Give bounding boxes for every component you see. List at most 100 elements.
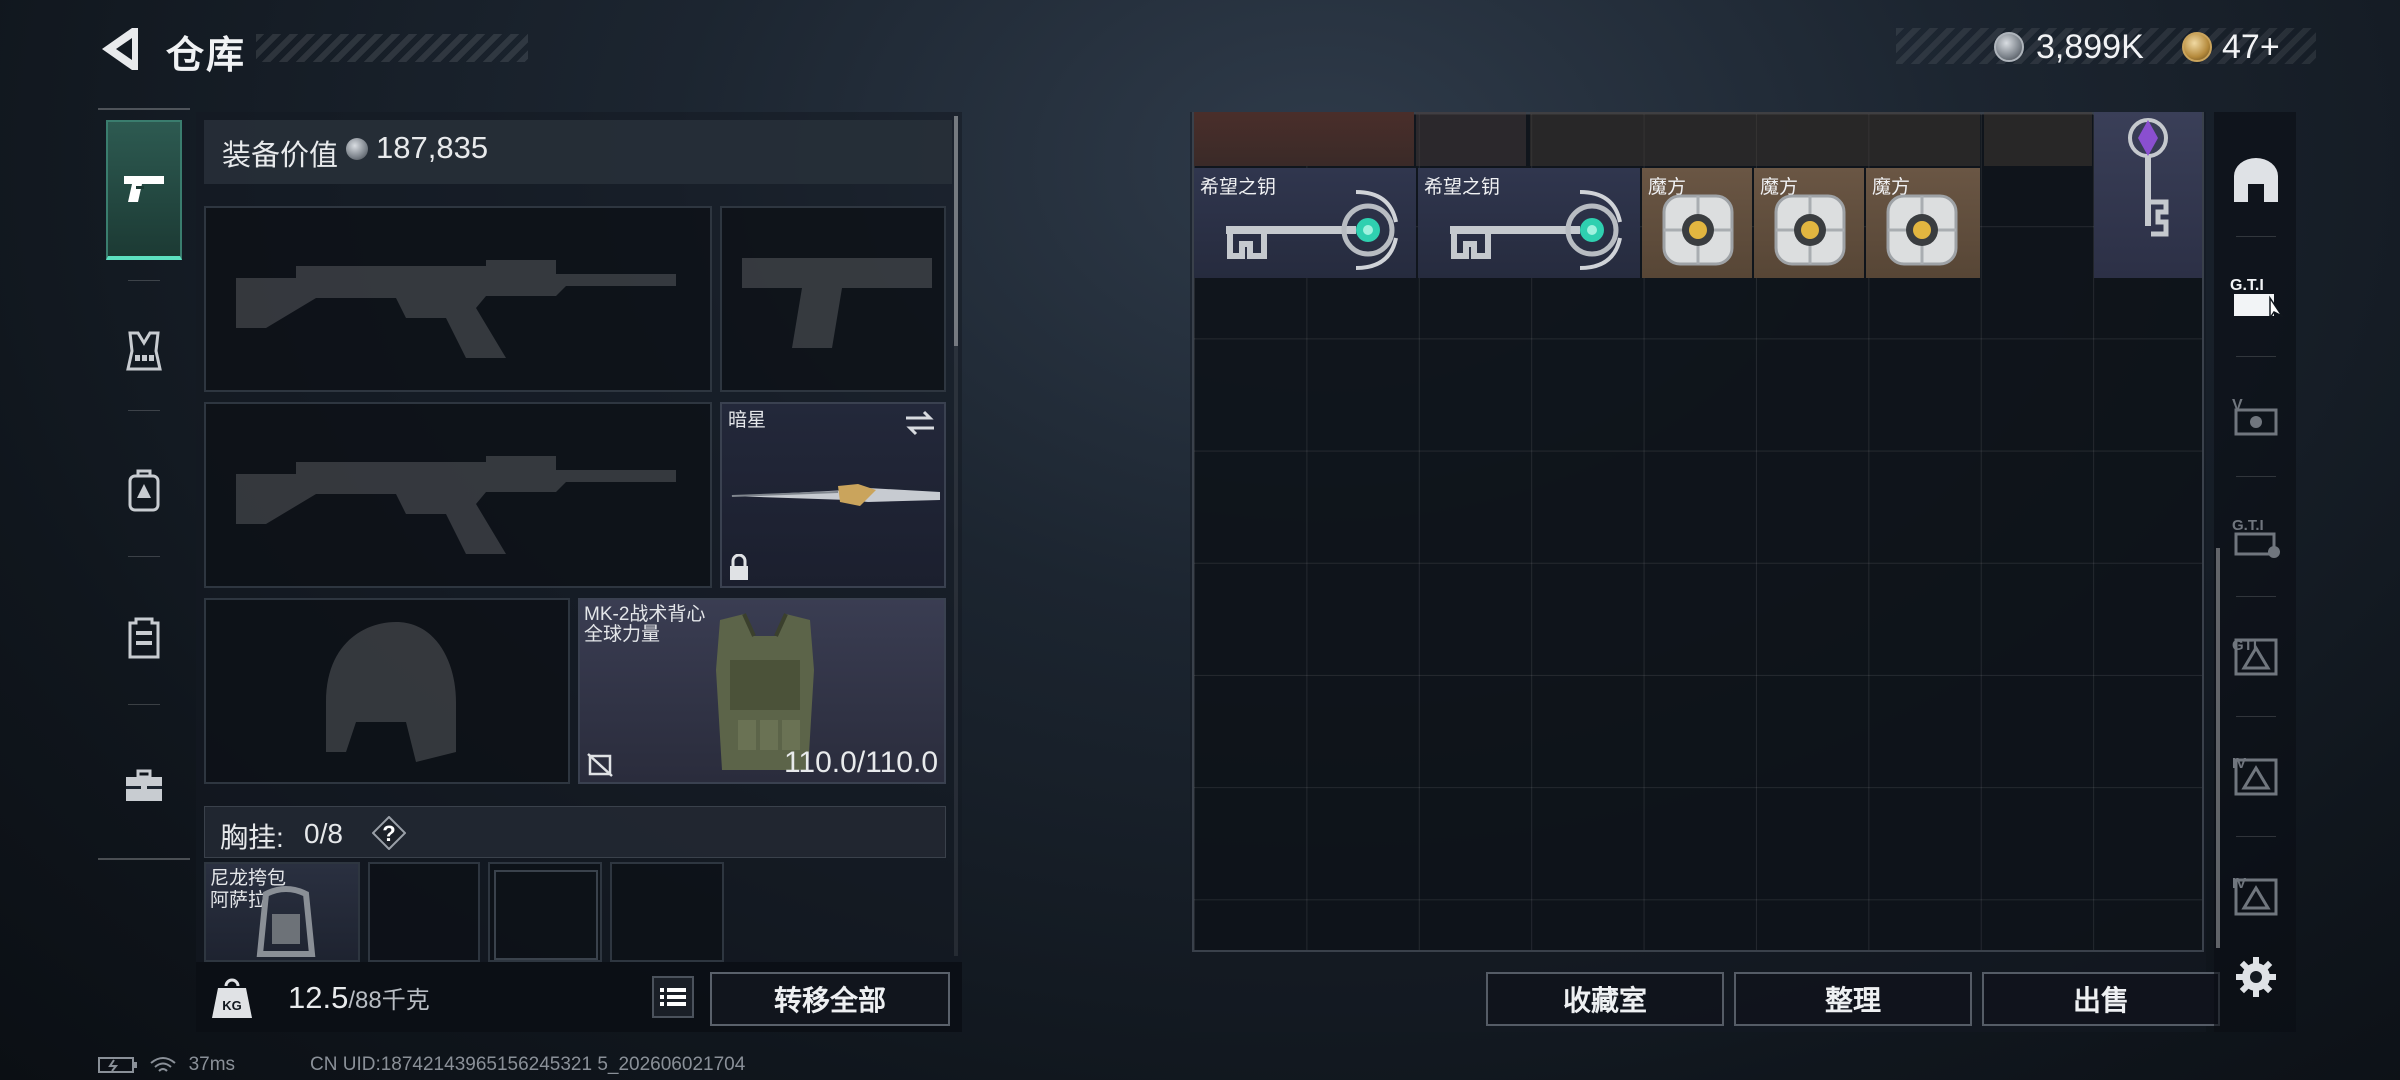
sell-button[interactable]: 出售: [1982, 972, 2220, 1026]
pouch-icon: [256, 886, 316, 957]
rail-divider: [2236, 836, 2276, 837]
secondary-weapon-slot[interactable]: [204, 402, 712, 588]
pistol-icon: [124, 176, 164, 202]
rail-divider: [2236, 596, 2276, 597]
storage-tab-1[interactable]: G.T.I: [2220, 250, 2292, 340]
backpack-icon: [128, 469, 160, 512]
rail-divider: [2236, 236, 2276, 237]
collection-room-button[interactable]: 收藏室: [1486, 972, 1724, 1026]
ornate-key-icon: [1226, 190, 1398, 270]
vertical-key-icon: [2128, 118, 2169, 237]
sidearm-slot[interactable]: [720, 206, 946, 392]
storage-tab-home[interactable]: [2220, 134, 2292, 224]
help-icon[interactable]: ?: [372, 816, 406, 850]
swap-icon[interactable]: [904, 410, 936, 436]
storage-item-partial[interactable]: [1194, 112, 1414, 166]
storage-item-hope-key[interactable]: 希望之钥: [1194, 168, 1416, 278]
rifle-silhouette-icon: [236, 456, 676, 554]
silver-coin-icon: [346, 138, 368, 160]
knife-icon: [730, 484, 940, 506]
storage-item-purple-key[interactable]: [2094, 112, 2202, 278]
equipment-value-label: 装备价值: [222, 140, 339, 172]
no-repair-icon: [587, 753, 613, 777]
helmet-silhouette-icon: [326, 622, 456, 762]
rail-armor-tab[interactable]: [106, 588, 182, 688]
ping-text: 37ms: [188, 1054, 236, 1075]
pouch-slot[interactable]: 尼龙挎包 阿萨拉: [204, 862, 360, 962]
storage-tab-3[interactable]: G.T.I: [2220, 490, 2292, 580]
storage-tab-4[interactable]: GTI: [2220, 610, 2292, 700]
primary-weapon-slot[interactable]: [204, 206, 712, 392]
vest-icon: [126, 331, 162, 371]
pouch-slot-empty[interactable]: [610, 862, 724, 962]
storage-tab-6[interactable]: IV: [2220, 850, 2292, 940]
ticket-amount[interactable]: 47+: [2222, 28, 2280, 67]
toolbox-icon: [126, 769, 162, 801]
armor-plate-icon: [128, 617, 160, 659]
storage-item-partial[interactable]: [1416, 112, 1526, 166]
cube-icon: [1774, 194, 1846, 266]
page-title: 仓库: [166, 35, 247, 77]
svg-text:IV: IV: [2232, 755, 2246, 772]
money-amount[interactable]: 3,899K: [2036, 28, 2144, 67]
rail-divider: [2236, 356, 2276, 357]
rail-toolbox-tab[interactable]: [106, 736, 182, 836]
cube-icon: [1662, 194, 1734, 266]
back-arrow-icon[interactable]: [96, 24, 140, 74]
rail-divider: [128, 410, 160, 411]
storage-tab-2[interactable]: V: [2220, 370, 2292, 460]
storage-tab-icon: V: [2232, 397, 2278, 436]
vest-brand: 全球力量: [584, 624, 661, 645]
melee-name: 暗星: [728, 410, 767, 431]
weight-icon: KG: [212, 978, 252, 1018]
pouch-slot-frame: [494, 870, 598, 960]
rail-weapons-tab[interactable]: [106, 120, 182, 260]
armor-slot[interactable]: MK-2战术背心 全球力量 110.0/110.0: [578, 598, 946, 784]
rail-divider: [2236, 476, 2276, 477]
rail-divider: [128, 556, 160, 557]
equipment-scroll-thumb[interactable]: [954, 116, 958, 346]
storage-item-cube[interactable]: 魔方: [1642, 168, 1752, 278]
weight-max: /88千克: [348, 987, 430, 1014]
vest-durability: 110.0/110.0: [783, 746, 938, 779]
title-decoration: [256, 34, 528, 62]
storage-tab-5[interactable]: IV: [2220, 730, 2292, 820]
helmet-slot[interactable]: [204, 598, 570, 784]
pouch-slot-empty[interactable]: [488, 862, 602, 962]
storage-tab-icon: G.T.I: [2230, 277, 2285, 320]
storage-item-partial[interactable]: [1530, 112, 1980, 166]
storage-tab-icon: IV: [2232, 875, 2278, 916]
svg-text:G.T.I: G.T.I: [2232, 517, 2264, 534]
storage-item-hope-key[interactable]: 希望之钥: [1418, 168, 1640, 278]
transfer-all-button[interactable]: 转移全部: [710, 972, 950, 1026]
pistol-silhouette-icon: [742, 258, 932, 348]
pouch-slot-empty[interactable]: [368, 862, 480, 962]
category-rail: [98, 108, 190, 860]
storage-tab-icon: G.T.I: [2232, 517, 2280, 558]
organize-button[interactable]: 整理: [1734, 972, 1972, 1026]
rail-divider: [2236, 716, 2276, 717]
storage-item-cube[interactable]: 魔方: [1754, 168, 1864, 278]
uid-text: CN UID:18742143965156245321 5_2026060217…: [310, 1054, 746, 1075]
rail-divider: [128, 280, 160, 281]
storage-item-partial[interactable]: [1984, 112, 2092, 166]
rifle-silhouette-icon: [236, 260, 676, 358]
svg-text:IV: IV: [2232, 875, 2246, 892]
weight-current: 12.5: [288, 980, 349, 1015]
rail-vest-tab[interactable]: [106, 306, 182, 396]
arch-icon: [2234, 158, 2278, 202]
cube-icon: [1886, 194, 1958, 266]
svg-text:KG: KG: [222, 998, 242, 1013]
rail-backpack-tab[interactable]: [106, 440, 182, 540]
chest-rig-label: 胸挂:: [220, 822, 284, 853]
melee-slot[interactable]: 暗星: [720, 402, 946, 588]
list-icon: [660, 988, 686, 1006]
storage-item-cube[interactable]: 魔方: [1866, 168, 1980, 278]
list-view-button[interactable]: [652, 976, 694, 1018]
ornate-key-icon: [1450, 190, 1622, 270]
rail-divider: [128, 704, 160, 705]
settings-button[interactable]: [2220, 934, 2292, 1020]
battery-icon: [98, 1056, 137, 1073]
weight-readout: 12.5/88千克: [288, 980, 430, 1016]
svg-text:G.T.I: G.T.I: [2230, 277, 2264, 294]
